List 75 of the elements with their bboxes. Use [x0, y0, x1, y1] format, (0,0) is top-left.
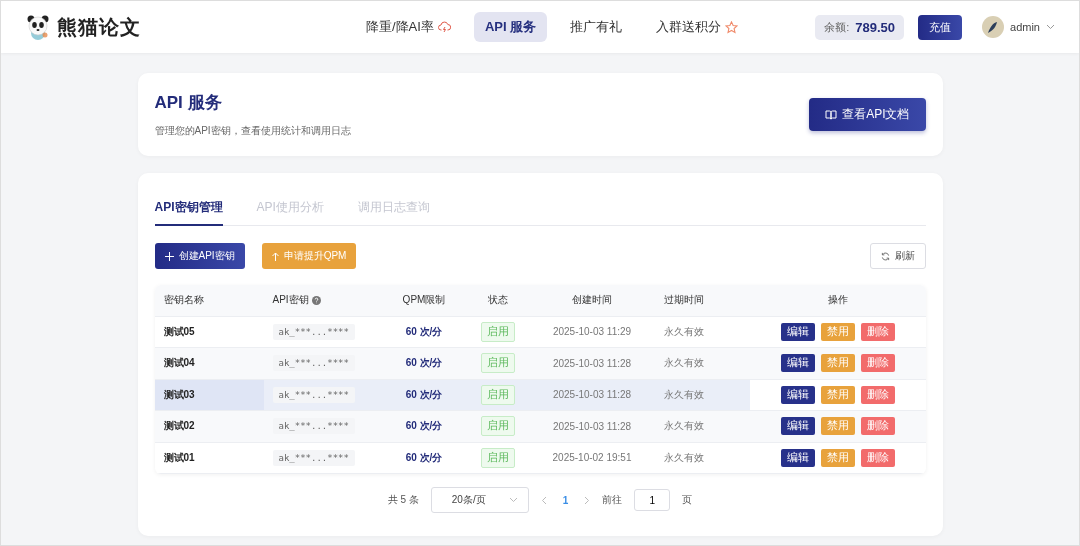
- total-count: 共 5 条: [387, 493, 419, 507]
- action-button[interactable]: 编辑: [780, 354, 815, 373]
- table-cell: 测试03: [154, 379, 264, 410]
- table-cell-text: 60 次/分: [404, 419, 444, 434]
- api-key-cell: ak_***...****: [272, 355, 355, 372]
- table-cell-text: 测试05: [162, 324, 196, 339]
- api-key-cell: ak_***...****: [272, 386, 355, 403]
- goto-label: 前往: [602, 493, 623, 507]
- docs-button[interactable]: 查看API文档: [809, 98, 926, 131]
- cloud-icon: [437, 21, 451, 33]
- action-button[interactable]: 编辑: [780, 385, 815, 404]
- action-button[interactable]: 编辑: [780, 448, 815, 467]
- table-cell-text: 2025-10-03 11:28: [551, 389, 633, 401]
- page-title: API 服务: [154, 92, 223, 114]
- status-tag: 启用: [481, 416, 515, 437]
- prev-page-icon[interactable]: [540, 495, 547, 505]
- nav-tab[interactable]: 入群送积分: [645, 12, 750, 42]
- column-header: 创建时间: [572, 294, 612, 306]
- tab[interactable]: API密钥管理: [154, 193, 223, 226]
- table-cell-text: 2025-10-02 19:51: [551, 452, 633, 464]
- nav-tab[interactable]: API 服务: [473, 12, 548, 42]
- panda-logo-icon: [25, 13, 51, 41]
- chevron-down-icon: [508, 497, 518, 503]
- action-button[interactable]: 编辑: [780, 417, 815, 436]
- column-header: API密钥: [272, 293, 309, 308]
- username[interactable]: admin: [1010, 21, 1040, 33]
- arrow-up-icon: [271, 251, 279, 261]
- table-cell-text: 测试04: [162, 356, 196, 371]
- table-cell-text: 测试01: [162, 450, 196, 465]
- table-cell-text: 永久有效: [662, 387, 705, 402]
- table-cell-text: 永久有效: [662, 356, 705, 371]
- refresh-icon: [880, 251, 890, 261]
- column-header: 状态: [488, 294, 508, 306]
- chevron-down-icon[interactable]: [1046, 24, 1055, 30]
- status-tag: 启用: [481, 384, 515, 405]
- nav-tab[interactable]: 降重/降AI率: [355, 12, 462, 42]
- column-header: QPM限制: [402, 294, 446, 306]
- table-cell-text: 60 次/分: [404, 356, 444, 371]
- status-tag: 启用: [481, 321, 515, 342]
- recharge-button[interactable]: 充值: [918, 14, 963, 40]
- column-header: 操作: [827, 294, 848, 306]
- balance-badge: 余额: 789.50: [815, 14, 905, 40]
- help-icon[interactable]: [311, 295, 321, 305]
- status-tag: 启用: [481, 447, 515, 468]
- table-cell-text: 永久有效: [662, 450, 705, 465]
- nav-tab[interactable]: 推广有礼: [559, 12, 634, 42]
- table-cell-text: 60 次/分: [404, 450, 444, 465]
- refresh-button[interactable]: 刷新: [869, 243, 926, 269]
- star-icon: [725, 20, 739, 34]
- column-header: 过期时间: [663, 294, 704, 306]
- table-cell-text: 永久有效: [662, 419, 705, 434]
- next-page-icon[interactable]: [584, 495, 591, 505]
- page-size-select[interactable]: 20条/页: [430, 487, 529, 513]
- table-cell-text: 2025-10-03 11:29: [551, 326, 633, 338]
- table-cell-text: 测试02: [162, 419, 196, 434]
- table-cell-text: 60 次/分: [404, 387, 444, 402]
- status-tag: 启用: [481, 353, 515, 374]
- book-icon: [825, 109, 838, 120]
- api-key-cell: ak_***...****: [272, 418, 355, 435]
- page-subtitle: 管理您的API密钥，查看使用统计和调用日志: [154, 124, 351, 138]
- page-unit: 页: [682, 493, 693, 507]
- plus-icon: [164, 251, 174, 261]
- table-cell-text: 永久有效: [662, 324, 705, 339]
- page-number[interactable]: 1: [558, 494, 573, 506]
- goto-page-field[interactable]: 1: [634, 489, 671, 511]
- create-key-button[interactable]: 创建API密钥: [154, 243, 245, 269]
- brand-name: 熊猫论文: [57, 14, 141, 40]
- column-header: 密钥名称: [163, 294, 204, 306]
- table-cell-text: 2025-10-03 11:28: [551, 420, 633, 432]
- table-cell-text: 60 次/分: [404, 324, 444, 339]
- api-key-cell: ak_***...****: [272, 323, 355, 340]
- table-cell-text: 2025-10-03 11:28: [551, 357, 633, 369]
- api-key-cell: ak_***...****: [272, 449, 355, 466]
- action-button[interactable]: 编辑: [780, 322, 815, 341]
- avatar-icon: [982, 16, 1005, 38]
